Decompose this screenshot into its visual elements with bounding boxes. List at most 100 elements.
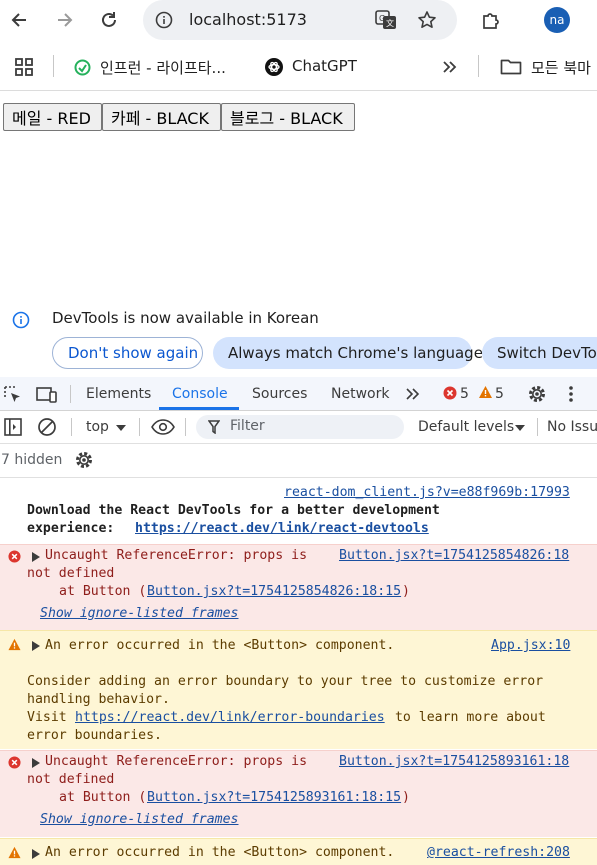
expand-triangle-icon[interactable] [32,552,40,562]
sidebar-toggle-icon[interactable] [3,417,23,437]
chevron-down-icon [515,425,525,431]
switch-devtools-language-button[interactable]: Switch DevToo [482,337,597,369]
dont-show-again-button[interactable]: Don't show again [52,337,203,369]
error-boundaries-link[interactable]: https://react.dev/link/error-boundaries [75,709,385,727]
info-icon [12,311,30,329]
settings-gear-icon[interactable] [527,384,547,404]
extensions-icon[interactable] [477,6,505,34]
forward-icon[interactable] [50,6,78,34]
translate-icon[interactable]: G文 [375,10,397,30]
chevron-down-icon [116,425,126,431]
toolbar-divider [185,418,186,436]
error-text: Uncaught ReferenceError: props is [45,548,308,563]
cafe-button[interactable]: 카페 - BLACK [102,103,221,131]
warning-body-visit: Visit [27,710,75,725]
inspect-element-icon[interactable] [3,385,23,405]
toolbar-divider [71,418,72,436]
tab-sources[interactable]: Sources [252,386,307,402]
browser-toolbar: localhost:5173 G文 na [0,0,597,42]
mail-button[interactable]: 메일 - RED [3,103,102,131]
filter-placeholder: Filter [230,418,265,434]
reload-icon[interactable] [95,6,123,34]
console-message-info: react-dom_client.js?v=e88f969b:17993 Dow… [0,478,597,544]
react-devtools-link[interactable]: https://react.dev/link/react-devtools [135,520,429,538]
url-text: localhost:5173 [189,10,307,29]
expand-triangle-icon[interactable] [32,849,40,859]
bookmark-chatgpt[interactable]: ChatGPT [292,57,357,75]
console-message-warning: An error occurred in the <Button> compon… [0,630,597,749]
tab-network[interactable]: Network [331,386,389,402]
console-message-error: Uncaught ReferenceError: props is Button… [0,544,597,631]
chevron-double-right-icon[interactable] [441,57,459,77]
hidden-messages-count: 7 hidden [1,452,63,468]
devtools-language-notice: DevTools is now available in Korean [52,309,319,327]
log-levels-dropdown[interactable]: Default levels [418,419,514,435]
toolbar-divider [70,385,71,403]
message-text: Download the React DevTools for a better… [27,503,440,518]
console-settings-gear-icon[interactable] [74,450,94,470]
folder-icon [500,58,522,76]
warning-text: An error occurred in the <Button> compon… [45,845,395,860]
apps-grid-icon[interactable] [14,57,34,77]
clear-console-icon[interactable] [37,417,57,437]
tab-elements[interactable]: Elements [86,386,151,402]
always-match-language-button[interactable]: Always match Chrome's language [213,337,483,369]
stack-frame-prefix: at Button ( [59,790,147,805]
inflearn-logo-icon [74,59,91,76]
error-icon [8,756,21,769]
error-count: 5 [460,386,469,402]
warning-body: error boundaries. [27,728,162,743]
address-bar[interactable]: localhost:5173 G文 [143,0,457,40]
expand-triangle-icon[interactable] [32,758,40,768]
chatgpt-logo-icon [264,57,284,77]
console-message-error: Uncaught ReferenceError: props is Button… [0,750,597,837]
error-text: Uncaught ReferenceError: props is [45,754,308,769]
context-selector[interactable]: top [86,419,109,435]
more-options-icon[interactable] [566,384,576,404]
bookmark-star-icon[interactable] [417,10,437,30]
stack-frame-suffix: ) [402,584,410,599]
message-source-link[interactable]: react-dom_client.js?v=e88f969b:17993 [284,484,570,502]
eye-icon[interactable] [151,418,175,436]
stack-frame-link[interactable]: Button.jsx?t=1754125854826:18:15 [147,583,401,601]
warning-icon [7,846,22,859]
active-tab-indicator [159,407,239,410]
blog-button[interactable]: 블로그 - BLACK [221,103,355,131]
error-text: not defined [27,566,115,581]
warning-text: An error occurred in the <Button> compon… [45,638,395,653]
message-text-prefix: experience: [27,521,123,536]
toolbar-divider [139,418,140,436]
bookmarks-bar: 인프런 - 라이프타... ChatGPT 모든 북마 [0,44,597,91]
bookmark-separator [53,55,54,77]
stack-frame-prefix: at Button ( [59,584,147,599]
expand-triangle-icon[interactable] [32,641,40,651]
bookmark-inflearn[interactable]: 인프런 - 라이프타... [100,57,226,78]
tab-console[interactable]: Console [172,386,228,402]
issues-counter[interactable]: No Issu [547,419,597,435]
stack-frame-link[interactable]: Button.jsx?t=1754125893161:18:15 [147,789,401,807]
warning-icon [7,638,22,651]
show-ignore-listed-frames-link[interactable]: Show ignore-listed frames [40,605,239,623]
console-toolbar: top Filter Default levels No Issu [0,411,597,444]
svg-text:文: 文 [386,18,394,28]
error-icon [8,550,21,563]
filter-input[interactable]: Filter [196,415,404,439]
error-count-icon[interactable] [443,386,457,400]
site-info-icon[interactable] [155,11,173,29]
message-source-link[interactable]: Button.jsx?t=1754125854826:18 [339,547,569,565]
more-tabs-chevron-icon[interactable] [404,385,422,403]
device-toolbar-icon[interactable] [36,385,58,405]
warning-count-icon[interactable] [478,385,493,399]
toolbar-divider [537,418,538,436]
message-source-link[interactable]: Button.jsx?t=1754125893161:18 [339,753,569,771]
warning-body: Consider adding an error boundary to you… [27,674,544,689]
warning-body-tail: to learn more about [387,710,546,725]
message-source-link[interactable]: @react-refresh:208 [427,844,570,862]
message-source-link[interactable]: App.jsx:10 [491,637,570,655]
show-ignore-listed-frames-link[interactable]: Show ignore-listed frames [40,811,239,829]
console-message-warning: An error occurred in the <Button> compon… [0,838,597,865]
profile-avatar[interactable]: na [544,7,570,33]
bookmark-all-bookmarks[interactable]: 모든 북마 [531,57,591,78]
back-icon[interactable] [6,6,34,34]
devtools-tab-bar: Elements Console Sources Network 5 5 [0,377,597,411]
